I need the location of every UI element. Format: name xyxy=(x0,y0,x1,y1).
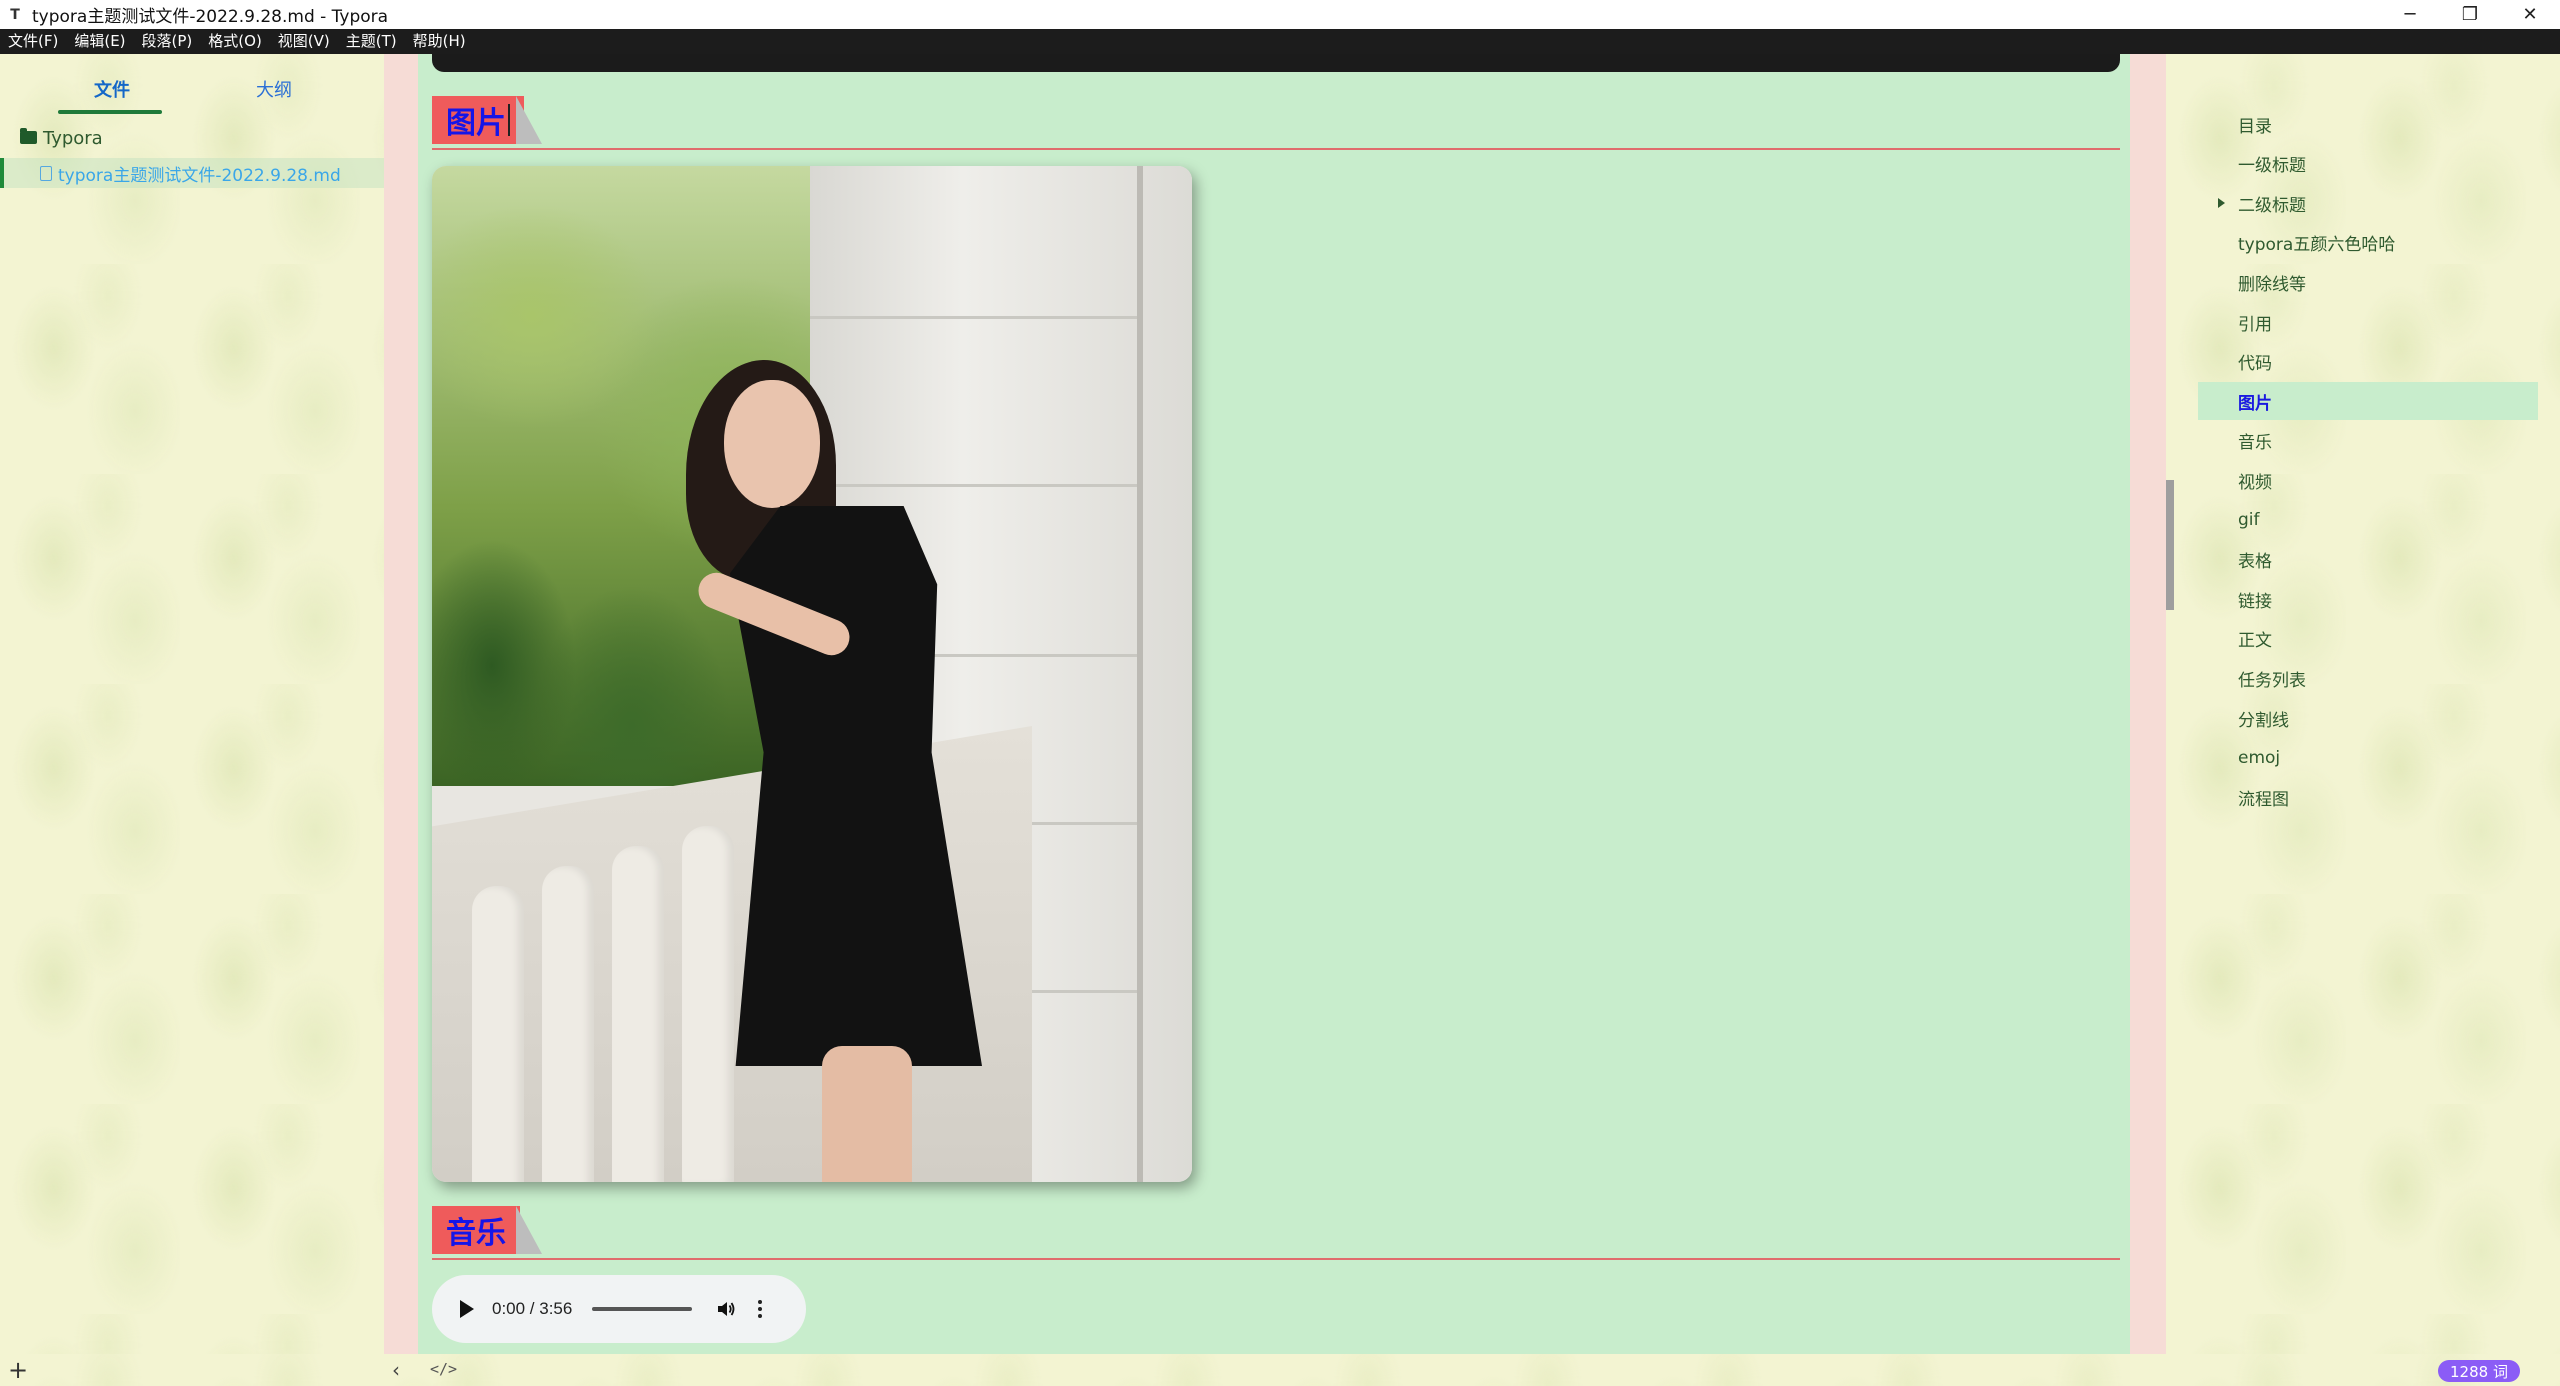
outline-item[interactable]: 代码 xyxy=(2166,343,2538,381)
sidebar-tabs: 文件 大纲 xyxy=(0,54,384,116)
menu-paragraph[interactable]: 段落(P) xyxy=(134,29,201,54)
outline-item-label: 流程图 xyxy=(2238,789,2289,810)
wall-seam xyxy=(810,316,1140,319)
restore-button[interactable]: ❐ xyxy=(2440,0,2500,29)
tab-files[interactable]: 文件 xyxy=(94,76,130,102)
outline-item-label: 目录 xyxy=(2238,116,2272,137)
toggle-sidebar-button[interactable]: ‹ xyxy=(392,1358,400,1382)
text-cursor xyxy=(508,104,510,136)
outline-item[interactable]: 删除线等 xyxy=(2166,263,2538,301)
word-count-badge[interactable]: 1288 词 xyxy=(2438,1360,2520,1382)
outline-item-label: 音乐 xyxy=(2238,433,2272,454)
outline-item-label: emoj xyxy=(2238,747,2281,768)
audio-time: 0:00 / 3:56 xyxy=(492,1299,573,1318)
outline-item-label: gif xyxy=(2238,510,2260,530)
outline-item-label: 一级标题 xyxy=(2238,156,2306,177)
editor-scrollbar-thumb[interactable] xyxy=(2166,480,2174,610)
play-icon[interactable] xyxy=(460,1300,474,1318)
window-title: typora主题测试文件-2022.9.28.md - Typora xyxy=(32,7,389,27)
expand-triangle-icon[interactable] xyxy=(2218,198,2225,209)
heading-image-tag: 图片 xyxy=(432,96,524,144)
heading-image[interactable]: 图片 xyxy=(432,96,2120,150)
audio-progress-bar[interactable] xyxy=(592,1307,693,1311)
heading-music[interactable]: 音乐 xyxy=(432,1206,2120,1260)
source-code-mode-button[interactable]: </> xyxy=(430,1360,457,1378)
wall-seam xyxy=(810,484,1140,487)
heading-fold-decoration xyxy=(516,96,542,144)
outline-item[interactable]: typora五颜六色哈哈 xyxy=(2166,224,2538,262)
outline-item[interactable]: 引用 xyxy=(2166,303,2538,341)
outline-item-label: typora五颜六色哈哈 xyxy=(2238,235,2396,256)
embedded-photo[interactable] xyxy=(432,166,1192,1182)
outline-item[interactable]: 分割线 xyxy=(2166,699,2538,737)
outline-item[interactable]: 视频 xyxy=(2166,461,2538,499)
file-label: typora主题测试文件-2022.9.28.md xyxy=(58,165,341,186)
outline-item[interactable]: 目录 xyxy=(2166,105,2538,143)
outline-item-label: 图片 xyxy=(2238,393,2272,414)
outline-item-label: 链接 xyxy=(2238,591,2272,612)
outline-item-label: 引用 xyxy=(2238,314,2272,335)
outline-item[interactable]: 任务列表 xyxy=(2166,659,2538,697)
menu-help[interactable]: 帮助(H) xyxy=(405,29,474,54)
outline-item-label: 删除线等 xyxy=(2238,274,2306,295)
baluster xyxy=(472,886,524,1182)
outline-item-label: 二级标题 xyxy=(2238,195,2306,216)
menu-file[interactable]: 文件(F) xyxy=(0,29,66,54)
menu-edit[interactable]: 编辑(E) xyxy=(66,29,133,54)
baluster xyxy=(682,826,734,1182)
code-block-end xyxy=(432,54,2120,72)
typora-app-icon: T xyxy=(10,6,20,23)
heading-fold-decoration xyxy=(516,1206,542,1254)
outline-item[interactable]: gif xyxy=(2166,501,2538,539)
outline-item[interactable]: 音乐 xyxy=(2166,422,2538,460)
folder-icon xyxy=(20,128,37,144)
outline-item-label: 分割线 xyxy=(2238,710,2289,731)
menu-view[interactable]: 视图(V) xyxy=(270,29,338,54)
outline-item-label: 表格 xyxy=(2238,552,2272,573)
window-controls: ─ ❐ ✕ xyxy=(2380,0,2560,29)
outline-item[interactable]: 流程图 xyxy=(2166,778,2538,816)
status-bar: + ‹ </> 1288 词 xyxy=(0,1354,2560,1386)
baluster xyxy=(612,846,664,1182)
heading-music-tag: 音乐 xyxy=(432,1206,520,1254)
folder-label: Typora xyxy=(43,128,103,149)
outline-item-label: 任务列表 xyxy=(2238,670,2306,691)
outline-item[interactable]: 图片 xyxy=(2198,382,2538,421)
outline-item[interactable]: emoj xyxy=(2166,739,2538,777)
file-item-current[interactable]: typora主题测试文件-2022.9.28.md xyxy=(0,158,388,188)
photo-person-legs xyxy=(822,1046,912,1182)
outline-item-label: 正文 xyxy=(2238,631,2272,652)
photo-person-face xyxy=(724,380,820,508)
wall-edge xyxy=(1137,166,1143,1182)
tab-outline[interactable]: 大纲 xyxy=(256,76,292,102)
outline-item-label: 代码 xyxy=(2238,354,2272,375)
add-file-button[interactable]: + xyxy=(8,1356,28,1384)
outline-item[interactable]: 表格 xyxy=(2166,541,2538,579)
menu-bar: 文件(F) 编辑(E) 段落(P) 格式(O) 视图(V) 主题(T) 帮助(H… xyxy=(0,29,2560,54)
menu-format[interactable]: 格式(O) xyxy=(200,29,270,54)
outline-item[interactable]: 二级标题 xyxy=(2166,184,2538,222)
heading-image-text: 图片 xyxy=(446,106,506,141)
audio-player: 0:00 / 3:56 xyxy=(432,1275,806,1343)
document-icon xyxy=(40,165,52,181)
active-tab-indicator xyxy=(58,110,162,114)
outline-panel: 目录一级标题二级标题 typora五颜六色哈哈 删除线等引用代码图片音乐视频 gif 表… xyxy=(2166,54,2560,1354)
minimize-button[interactable]: ─ xyxy=(2380,0,2440,29)
folder-typora[interactable]: Typora xyxy=(20,128,103,149)
menu-theme[interactable]: 主题(T) xyxy=(338,29,405,54)
more-options-icon[interactable] xyxy=(758,1300,763,1318)
close-button[interactable]: ✕ xyxy=(2500,0,2560,29)
outline-item[interactable]: 正文 xyxy=(2166,620,2538,658)
outline-item-label: 视频 xyxy=(2238,472,2272,493)
outline-item[interactable]: 链接 xyxy=(2166,580,2538,618)
heading-music-text: 音乐 xyxy=(446,1216,506,1251)
file-sidebar: 文件 大纲 Typora typora主题测试文件-2022.9.28.md xyxy=(0,54,388,1354)
title-bar: T typora主题测试文件-2022.9.28.md - Typora ─ ❐… xyxy=(0,0,2560,29)
outline-item[interactable]: 一级标题 xyxy=(2166,145,2538,183)
baluster xyxy=(542,866,594,1182)
volume-icon[interactable] xyxy=(716,1299,736,1319)
